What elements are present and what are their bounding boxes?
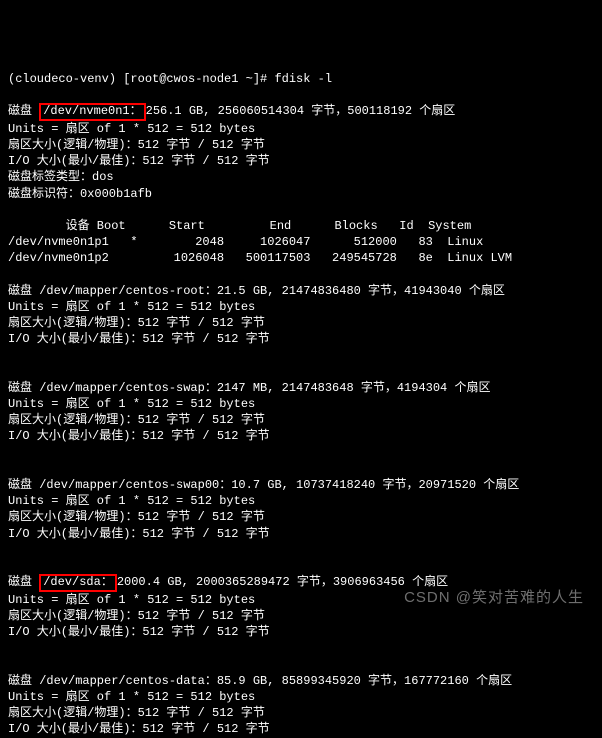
ptable-row: /dev/nvme0n1p2 1026048 500117503 2495457…	[8, 251, 512, 265]
disk1-tail: 256.1 GB, 256060514304 字节，500118192 个扇区	[146, 104, 456, 118]
disk3-io: I/O 大小(最小/最佳)：512 字节 / 512 字节	[8, 429, 270, 443]
disk1-labeltype: 磁盘标签类型：dos	[8, 170, 114, 184]
disk2-io: I/O 大小(最小/最佳)：512 字节 / 512 字节	[8, 332, 270, 346]
disk4-head: 磁盘 /dev/mapper/centos-swap00：10.7 GB, 10…	[8, 478, 519, 492]
disk5-lead: 磁盘	[8, 575, 39, 589]
disk1-units: Units = 扇区 of 1 * 512 = 512 bytes	[8, 122, 255, 136]
disk5-tail: 2000.4 GB, 2000365289472 字节，3906963456 个…	[117, 575, 448, 589]
disk4-io: I/O 大小(最小/最佳)：512 字节 / 512 字节	[8, 527, 270, 541]
disk1-identifier: 磁盘标识符：0x000b1afb	[8, 187, 152, 201]
disk1-sector: 扇区大小(逻辑/物理)：512 字节 / 512 字节	[8, 138, 265, 152]
disk5-io: I/O 大小(最小/最佳)：512 字节 / 512 字节	[8, 625, 270, 639]
disk6-sector: 扇区大小(逻辑/物理)：512 字节 / 512 字节	[8, 706, 265, 720]
disk6-head: 磁盘 /dev/mapper/centos-data：85.9 GB, 8589…	[8, 674, 512, 688]
disk5-sector: 扇区大小(逻辑/物理)：512 字节 / 512 字节	[8, 609, 265, 623]
disk2-head: 磁盘 /dev/mapper/centos-root：21.5 GB, 2147…	[8, 284, 505, 298]
shell-prompt: (cloudeco-venv) [root@cwos-node1 ~]# fdi…	[8, 72, 332, 86]
disk-label: 磁盘	[8, 104, 39, 118]
disk-sda-highlight: /dev/sda：	[39, 574, 117, 592]
disk-nvme0n1-highlight: /dev/nvme0n1：	[39, 103, 145, 121]
disk4-sector: 扇区大小(逻辑/物理)：512 字节 / 512 字节	[8, 510, 265, 524]
disk6-io: I/O 大小(最小/最佳)：512 字节 / 512 字节	[8, 722, 270, 736]
ptable-header: 设备 Boot Start End Blocks Id System	[8, 219, 471, 233]
disk6-units: Units = 扇区 of 1 * 512 = 512 bytes	[8, 690, 255, 704]
disk3-units: Units = 扇区 of 1 * 512 = 512 bytes	[8, 397, 255, 411]
watermark-text: CSDN @笑对苦难的人生	[404, 588, 584, 608]
disk3-head: 磁盘 /dev/mapper/centos-swap：2147 MB, 2147…	[8, 381, 490, 395]
disk2-units: Units = 扇区 of 1 * 512 = 512 bytes	[8, 300, 255, 314]
disk2-sector: 扇区大小(逻辑/物理)：512 字节 / 512 字节	[8, 316, 265, 330]
disk5-units: Units = 扇区 of 1 * 512 = 512 bytes	[8, 593, 255, 607]
ptable-row: /dev/nvme0n1p1 * 2048 1026047 512000 83 …	[8, 235, 483, 249]
disk3-sector: 扇区大小(逻辑/物理)：512 字节 / 512 字节	[8, 413, 265, 427]
disk1-io: I/O 大小(最小/最佳)：512 字节 / 512 字节	[8, 154, 270, 168]
disk4-units: Units = 扇区 of 1 * 512 = 512 bytes	[8, 494, 255, 508]
